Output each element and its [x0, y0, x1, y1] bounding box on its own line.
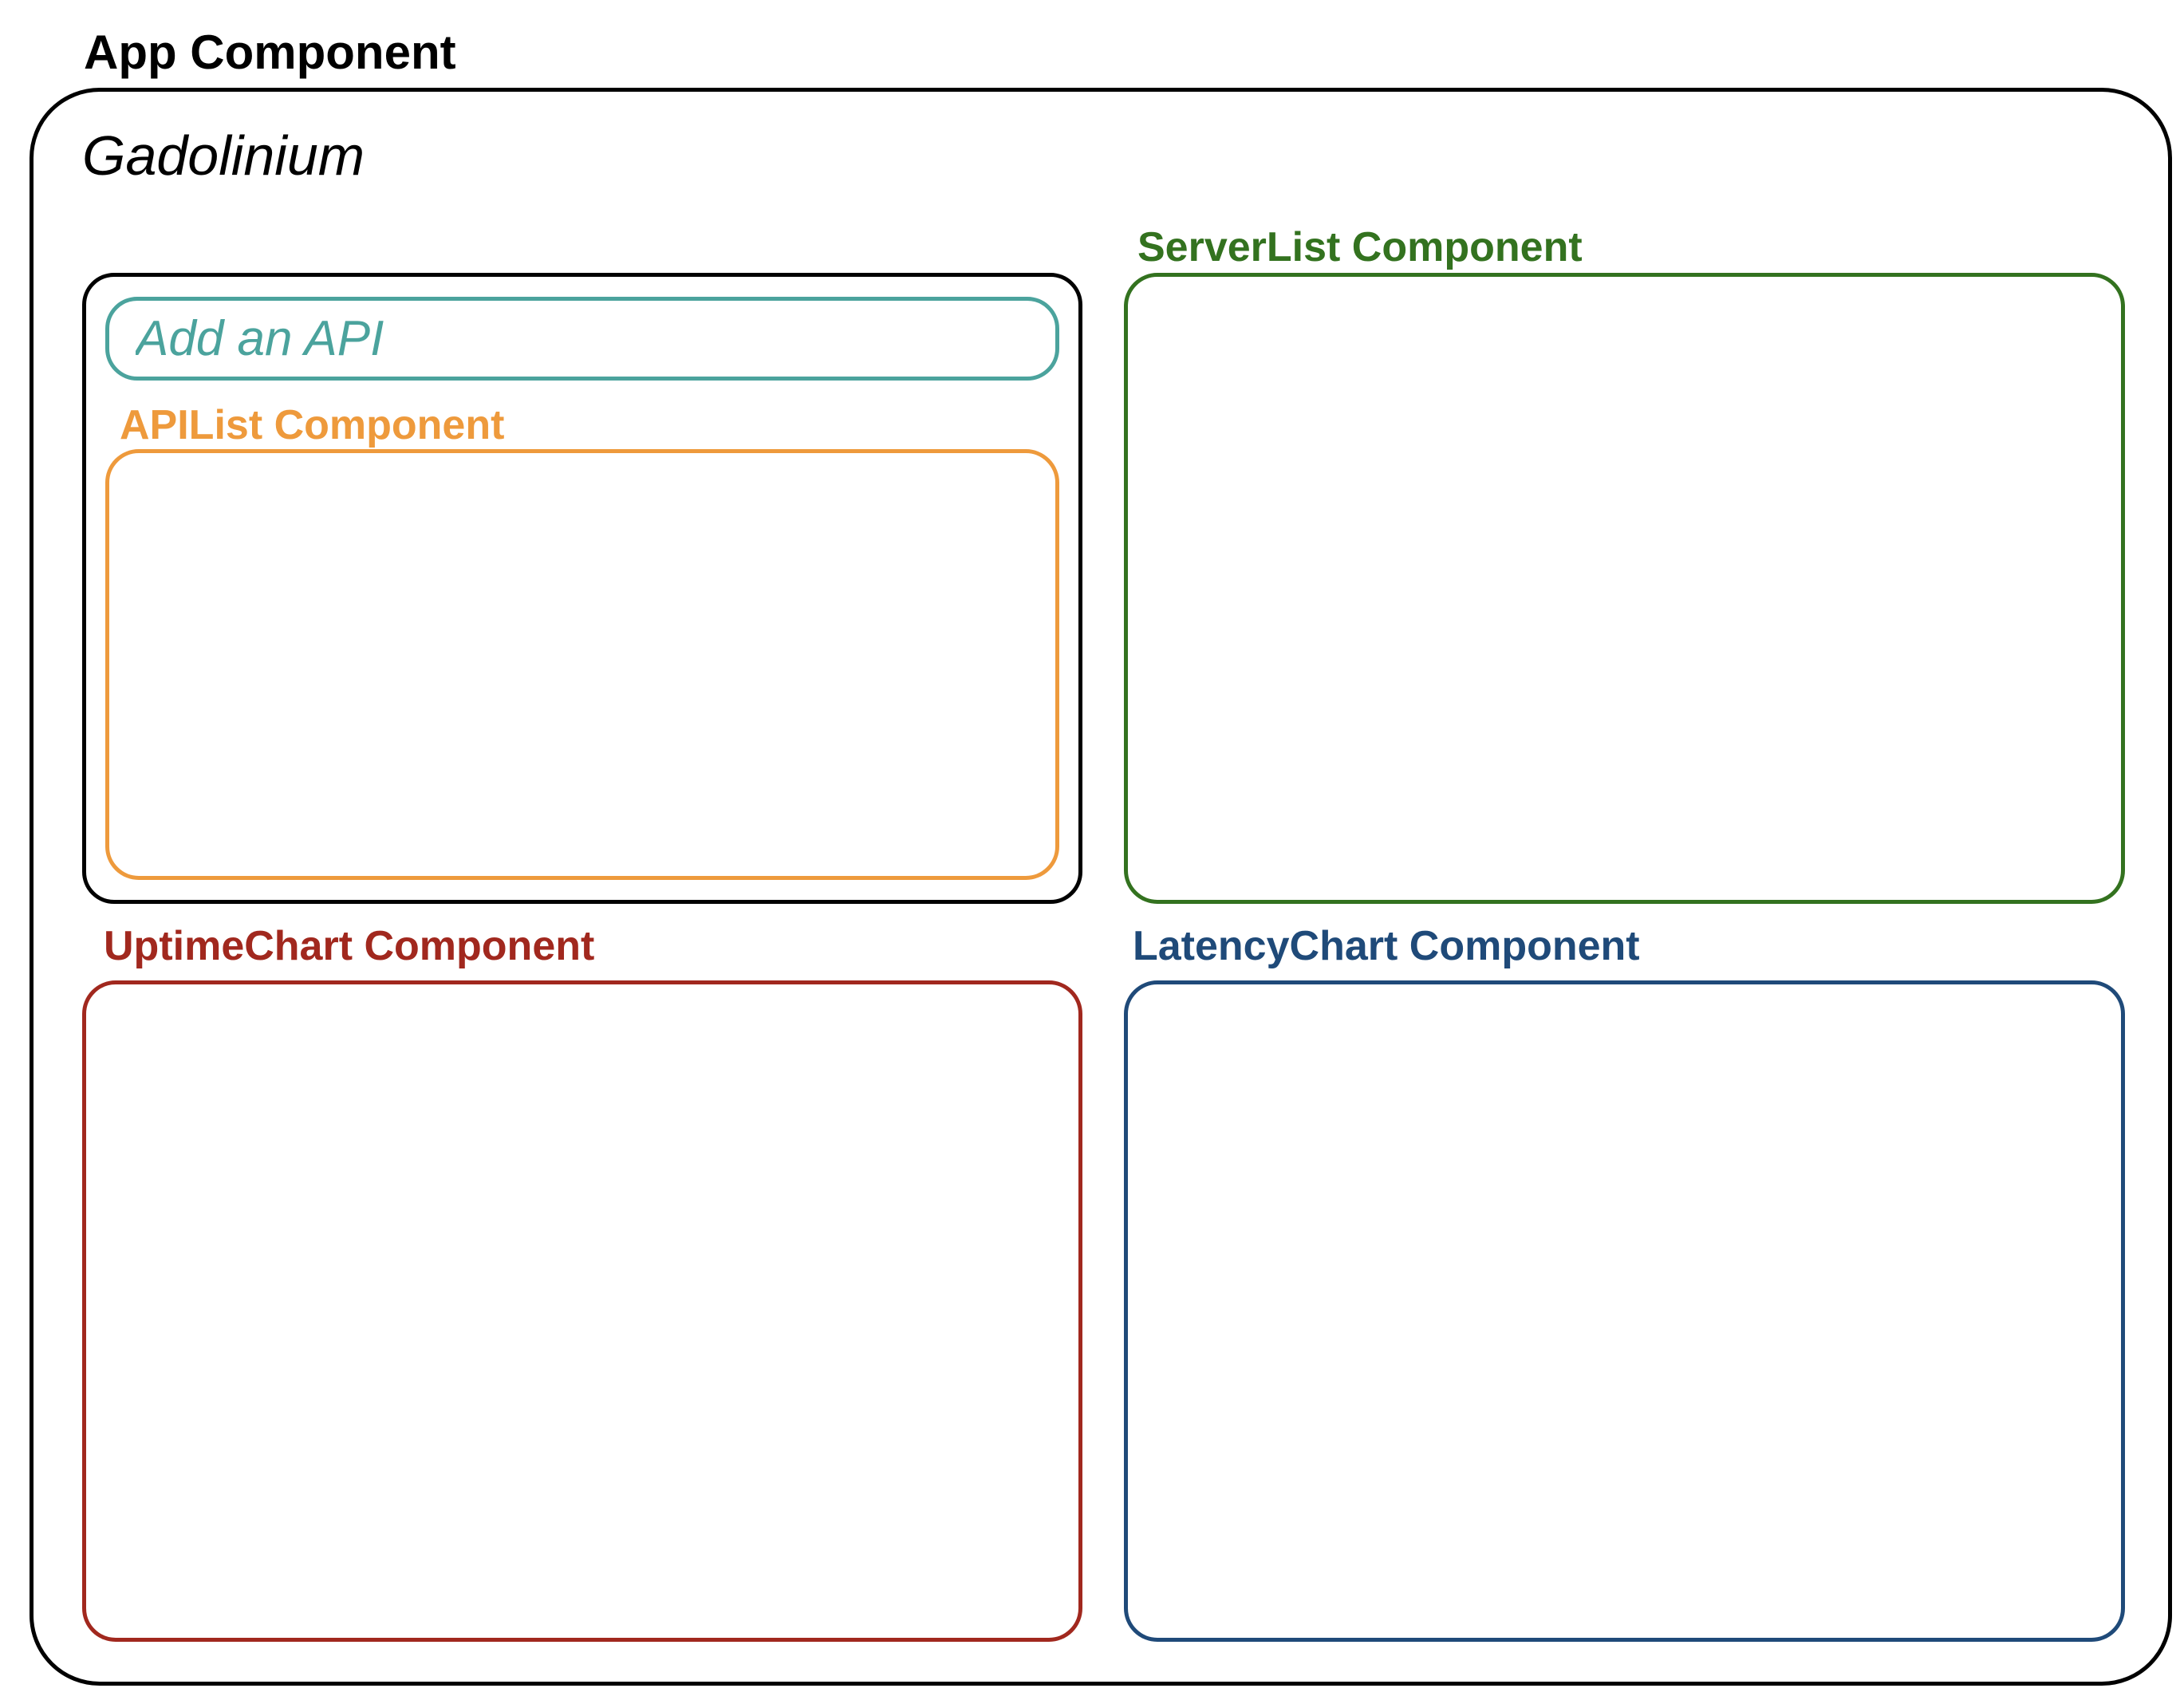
serverlist-component-box [1124, 273, 2125, 904]
apilist-component-box [105, 449, 1059, 880]
uptimechart-component-label: UptimeChart Component [104, 923, 595, 969]
app-component-label: App Component [84, 26, 456, 79]
latencychart-component-box [1124, 980, 2125, 1642]
latencychart-component-label: LatencyChart Component [1133, 923, 1640, 969]
apilist-component-label: APIList Component [120, 402, 505, 448]
app-title: Gadolinium [82, 124, 365, 187]
add-api-input[interactable] [105, 297, 1059, 381]
serverlist-component-label: ServerList Component [1137, 224, 1583, 270]
uptimechart-component-box [82, 980, 1082, 1642]
